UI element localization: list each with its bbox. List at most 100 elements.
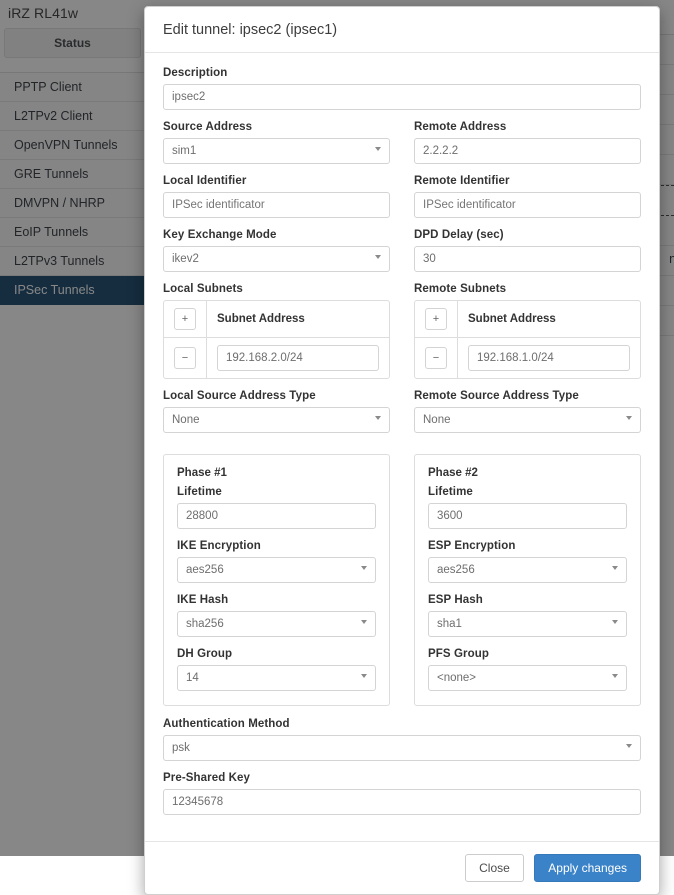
remote-subnets-header-row: + Subnet Address [415,301,640,338]
authentication-method-group: Authentication Method [163,718,641,761]
local-subnet-input[interactable] [217,345,379,371]
key-exchange-mode-select[interactable] [163,246,390,272]
local-subnet-header-cell: Subnet Address [207,301,389,337]
local-subnets-label: Local Subnets [163,283,390,295]
description-field-group: Description [163,67,641,110]
dpd-delay-label: DPD Delay (sec) [414,229,641,241]
remote-subnet-add-cell: + [415,301,458,337]
remote-subnets-table: + Subnet Address − [414,300,641,379]
remote-address-input[interactable] [414,138,641,164]
remote-subnet-row: − [415,338,640,378]
local-subnet-column-header: Subnet Address [217,313,305,325]
remote-subnet-column-header: Subnet Address [468,313,556,325]
dialog-header: Edit tunnel: ipsec2 (ipsec1) [145,7,659,53]
esp-encryption-group: ESP Encryption [428,540,627,583]
pre-shared-key-input[interactable] [163,789,641,815]
phase1-panel: Phase #1 Lifetime IKE Encryption IKE Has [163,454,390,706]
close-button[interactable]: Close [465,854,524,882]
local-subnet-value-cell [207,338,389,378]
ike-hash-group: IKE Hash [177,594,376,637]
esp-hash-group: ESP Hash [428,594,627,637]
remote-subnet-value-cell [458,338,640,378]
ike-encryption-label: IKE Encryption [177,540,376,552]
esp-hash-label: ESP Hash [428,594,627,606]
dialog-footer: Close Apply changes [145,841,659,894]
remote-subnet-add-button[interactable]: + [425,308,447,330]
local-identifier-label: Local Identifier [163,175,390,187]
pfs-group-select[interactable] [428,665,627,691]
description-input[interactable] [163,84,641,110]
remote-subnet-header-cell: Subnet Address [458,301,640,337]
remote-address-field-group: Remote Address [414,121,641,175]
pfs-group-label: PFS Group [428,648,627,660]
dpd-delay-field-group: DPD Delay (sec) [414,229,641,283]
pfs-group-group: PFS Group [428,648,627,691]
phase1-lifetime-group: Lifetime [177,486,376,529]
local-subnet-add-button[interactable]: + [174,308,196,330]
remote-subnet-input[interactable] [468,345,630,371]
phase1-lifetime-input[interactable] [177,503,376,529]
remote-identifier-label: Remote Identifier [414,175,641,187]
local-subnets-header-row: + Subnet Address [164,301,389,338]
phase1-lifetime-label: Lifetime [177,486,376,498]
remote-subnet-remove-button[interactable]: − [425,347,447,369]
ike-encryption-select[interactable] [177,557,376,583]
local-identifier-input[interactable] [163,192,390,218]
source-address-field-group: Source Address [163,121,390,175]
phase1-title: Phase #1 [177,467,376,479]
dialog-body: Description Source Address Remote Addres… [145,53,659,841]
dpd-delay-input[interactable] [414,246,641,272]
local-subnet-remove-button[interactable]: − [174,347,196,369]
remote-subnets-label: Remote Subnets [414,283,641,295]
local-subnet-row: − [164,338,389,378]
remote-address-label: Remote Address [414,121,641,133]
phase2-lifetime-label: Lifetime [428,486,627,498]
esp-hash-select[interactable] [428,611,627,637]
ike-hash-select[interactable] [177,611,376,637]
remote-source-address-type-label: Remote Source Address Type [414,390,641,402]
pre-shared-key-group: Pre-Shared Key [163,772,641,815]
key-exchange-row: Key Exchange Mode DPD Delay (sec) [163,229,641,283]
remote-identifier-input[interactable] [414,192,641,218]
dh-group-label: DH Group [177,648,376,660]
phase2-lifetime-group: Lifetime [428,486,627,529]
phase2-panel-wrap: Phase #2 Lifetime ESP Encryption ESP Has [414,454,641,706]
local-identifier-field-group: Local Identifier [163,175,390,229]
phase-panels-row: Phase #1 Lifetime IKE Encryption IKE Has [163,454,641,706]
edit-tunnel-dialog: Edit tunnel: ipsec2 (ipsec1) Description… [144,6,660,895]
subnets-row: Local Subnets + Subnet Address [163,283,641,390]
source-address-type-row: Local Source Address Type Remote Source … [163,390,641,444]
local-subnets-table: + Subnet Address − [163,300,390,379]
remote-source-address-type-group: Remote Source Address Type [414,390,641,444]
local-source-address-type-select[interactable] [163,407,390,433]
phase2-title: Phase #2 [428,467,627,479]
apply-changes-button[interactable]: Apply changes [534,854,641,882]
local-subnets-group: Local Subnets + Subnet Address [163,283,390,390]
local-source-address-type-group: Local Source Address Type [163,390,390,444]
key-exchange-mode-field-group: Key Exchange Mode [163,229,390,283]
identifier-row: Local Identifier Remote Identifier [163,175,641,229]
local-source-address-type-label: Local Source Address Type [163,390,390,402]
pre-shared-key-label: Pre-Shared Key [163,772,641,784]
source-address-select[interactable] [163,138,390,164]
dh-group-select[interactable] [177,665,376,691]
dialog-title: Edit tunnel: ipsec2 (ipsec1) [163,22,641,38]
authentication-method-label: Authentication Method [163,718,641,730]
key-exchange-mode-label: Key Exchange Mode [163,229,390,241]
remote-identifier-field-group: Remote Identifier [414,175,641,229]
phase1-panel-wrap: Phase #1 Lifetime IKE Encryption IKE Has [163,454,390,706]
local-subnet-remove-cell: − [164,338,207,378]
remote-source-address-type-select[interactable] [414,407,641,433]
description-label: Description [163,67,641,79]
source-address-label: Source Address [163,121,390,133]
dh-group-group: DH Group [177,648,376,691]
esp-encryption-label: ESP Encryption [428,540,627,552]
phase2-lifetime-input[interactable] [428,503,627,529]
remote-subnet-remove-cell: − [415,338,458,378]
authentication-method-select[interactable] [163,735,641,761]
phase2-panel: Phase #2 Lifetime ESP Encryption ESP Has [414,454,641,706]
remote-subnets-group: Remote Subnets + Subnet Address [414,283,641,390]
ike-encryption-group: IKE Encryption [177,540,376,583]
local-subnet-add-cell: + [164,301,207,337]
esp-encryption-select[interactable] [428,557,627,583]
